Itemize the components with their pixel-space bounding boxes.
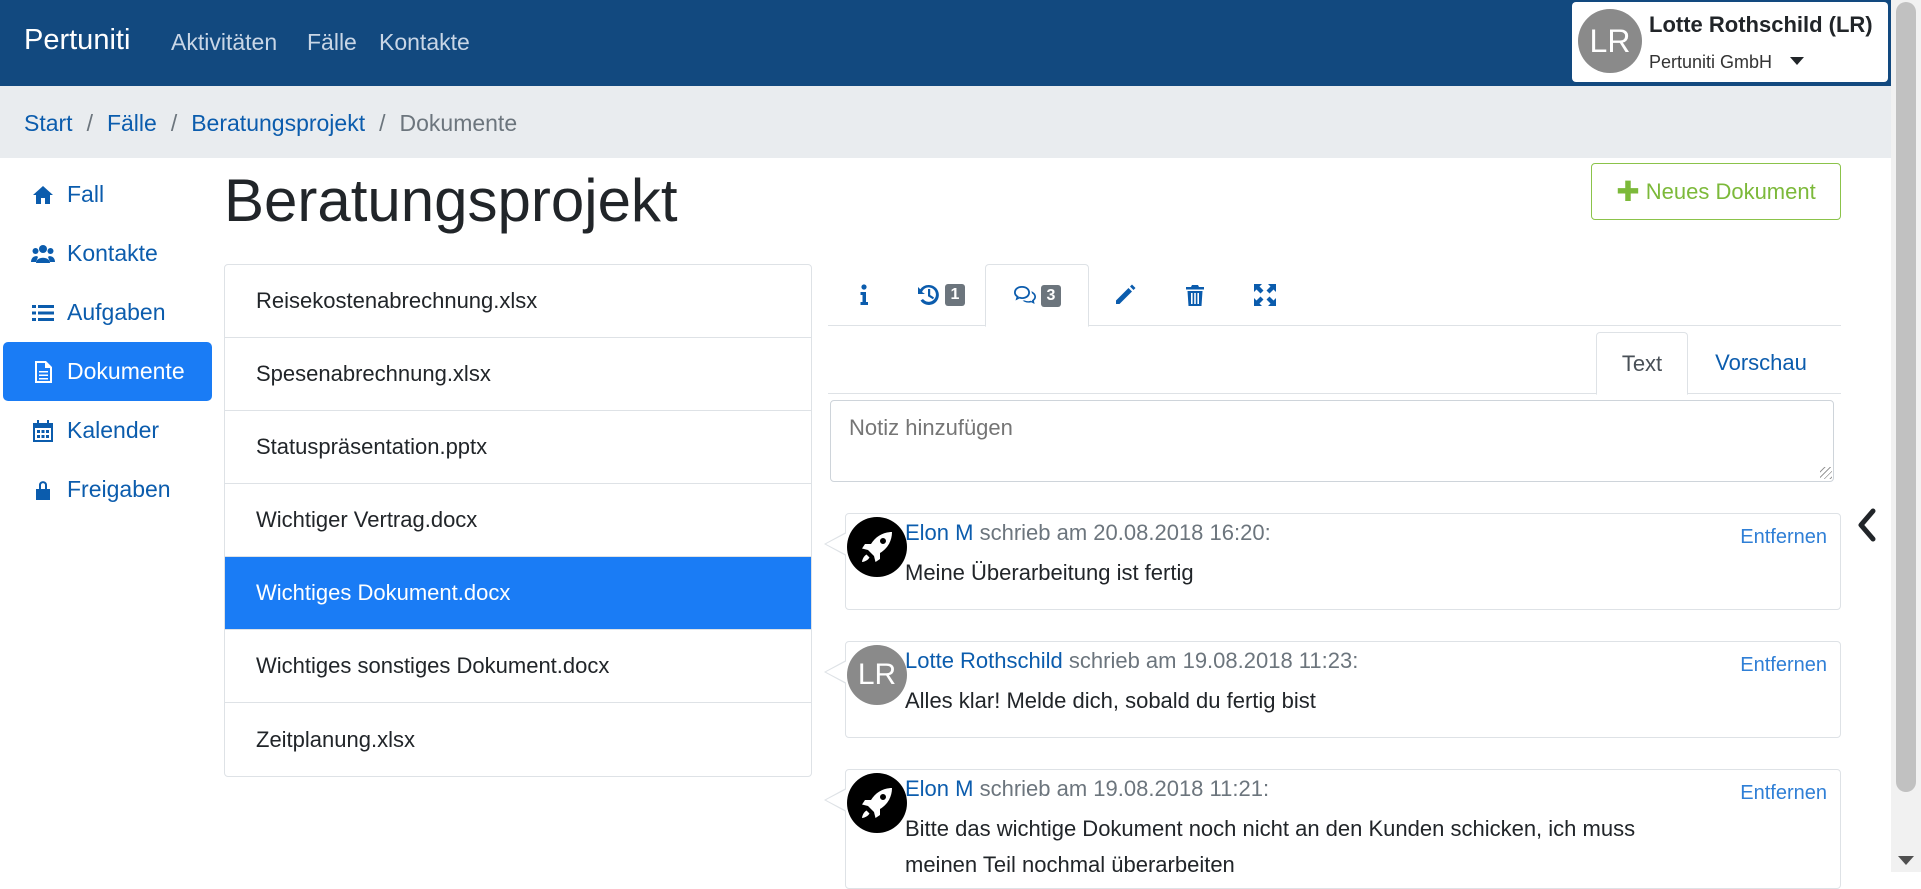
note-input[interactable]: [830, 400, 1834, 482]
list-item[interactable]: Statuspräsentation.pptx: [225, 411, 811, 484]
comment-body: Meine Überarbeitung ist fertig: [905, 560, 1194, 585]
lock-icon: [36, 480, 50, 500]
comment-meta: schrieb am 19.08.2018 11:21:: [973, 776, 1270, 801]
comments-icon: [1013, 285, 1036, 304]
detail-tabs: 1 3: [828, 264, 1841, 327]
pencil-icon: [1116, 284, 1136, 304]
chevron-left-icon[interactable]: [1853, 505, 1883, 545]
sidebar-item-label: Fall: [67, 181, 105, 207]
comment-arrow: [826, 789, 847, 811]
nav-link-aktivitaeten[interactable]: Aktivitäten: [171, 29, 277, 56]
comment: Elon M schrieb am 19.08.2018 11:21: Bitt…: [824, 769, 1841, 889]
home-icon: [33, 185, 53, 204]
plus-icon: ✚: [1616, 176, 1640, 207]
breadcrumb-separator: /: [379, 110, 386, 136]
comment-arrow: [826, 661, 847, 683]
tab-text[interactable]: Text: [1596, 332, 1688, 395]
users-icon: [31, 244, 55, 263]
document-icon: [35, 360, 52, 383]
breadcrumb-current: Dokumente: [399, 110, 518, 136]
avatar: LR: [1578, 9, 1642, 73]
list-item[interactable]: Wichtiger Vertrag.docx: [225, 484, 811, 557]
comment: Elon M schrieb am 20.08.2018 16:20: Mein…: [824, 513, 1841, 610]
note-format-tabs: Text Vorschau: [828, 332, 1841, 395]
comment-body: Bitte das wichtige Dokument noch nicht a…: [905, 816, 1636, 877]
trash-icon: [1186, 285, 1204, 306]
list-item[interactable]: Zeitplanung.xlsx: [225, 703, 811, 776]
breadcrumb-separator: /: [86, 110, 93, 136]
scroll-down-arrow-icon[interactable]: [1898, 856, 1914, 865]
sidebar-item-label: Kalender: [67, 417, 160, 443]
comment-body: Alles klar! Melde dich, sobald du fertig…: [905, 688, 1316, 713]
fullscreen-icon: [1254, 284, 1276, 306]
history-count-badge: 1: [944, 284, 966, 306]
tab-delete[interactable]: [1173, 264, 1217, 326]
sidebar-item-dokumente[interactable]: Dokumente: [3, 342, 212, 401]
comments-count-badge: 3: [1040, 284, 1062, 307]
comment-arrow: [826, 533, 847, 555]
user-name: Lotte Rothschild (LR): [1649, 12, 1873, 37]
tab-comments[interactable]: 3: [985, 264, 1089, 327]
comment: LR Lotte Rothschild schrieb am 19.08.201…: [824, 641, 1841, 738]
scrollbar-thumb[interactable]: [1896, 2, 1916, 792]
sidebar-item-kontakte[interactable]: Kontakte: [3, 224, 212, 283]
info-icon: [860, 284, 868, 305]
breadcrumb-beratungsprojekt[interactable]: Beratungsprojekt: [191, 110, 365, 158]
comment-author[interactable]: Elon M: [905, 776, 973, 801]
document-list: Reisekostenabrechnung.xlsx Spesenabrechn…: [224, 264, 812, 777]
nav-link-kontakte[interactable]: Kontakte: [379, 29, 470, 56]
tab-fullscreen[interactable]: [1243, 264, 1287, 326]
comment-meta: schrieb am 20.08.2018 16:20:: [973, 520, 1271, 545]
resize-handle[interactable]: [1820, 467, 1832, 479]
comment-author[interactable]: Elon M: [905, 520, 973, 545]
caret-down-icon[interactable]: [1790, 57, 1804, 65]
user-menu[interactable]: LR Lotte Rothschild (LR) Pertuniti GmbH: [1572, 2, 1888, 82]
history-icon: [917, 284, 939, 305]
comment-header: Elon M schrieb am 19.08.2018 11:21:: [905, 776, 1269, 802]
sidebar-item-label: Freigaben: [67, 476, 171, 502]
list-item[interactable]: Wichtiges sonstiges Dokument.docx: [225, 630, 811, 703]
comment-header: Lotte Rothschild schrieb am 19.08.2018 1…: [905, 648, 1358, 674]
calendar-icon: [33, 419, 53, 442]
user-organization: Pertuniti GmbH: [1649, 52, 1773, 72]
new-document-label: Neues Dokument: [1645, 178, 1816, 204]
breadcrumb-faelle[interactable]: Fälle: [107, 110, 157, 158]
tab-edit[interactable]: [1103, 264, 1147, 326]
breadcrumb: Start / Fälle / Beratungsprojekt / Dokum…: [0, 86, 1891, 158]
list-item-selected[interactable]: Wichtiges Dokument.docx: [225, 557, 811, 630]
tab-history[interactable]: 1: [900, 264, 982, 326]
tab-info[interactable]: [842, 264, 886, 326]
rocket-icon: [862, 532, 892, 562]
sidebar-item-fall[interactable]: Fall: [3, 165, 212, 224]
remove-comment-link[interactable]: Entfernen: [1740, 782, 1827, 805]
list-item[interactable]: Reisekostenabrechnung.xlsx: [225, 265, 811, 338]
list-item[interactable]: Spesenabrechnung.xlsx: [225, 338, 811, 411]
avatar: [847, 517, 907, 577]
avatar: LR: [847, 645, 907, 705]
sidebar-item-label: Aufgaben: [67, 299, 166, 325]
comment-header: Elon M schrieb am 20.08.2018 16:20:: [905, 520, 1271, 546]
comment-author[interactable]: Lotte Rothschild: [905, 648, 1063, 673]
brand-logo[interactable]: Pertuniti: [24, 24, 130, 57]
breadcrumb-separator: /: [170, 110, 178, 136]
sidebar-item-aufgaben[interactable]: Aufgaben: [3, 283, 212, 342]
tab-preview[interactable]: Vorschau: [1694, 332, 1828, 394]
top-navbar: Pertuniti Aktivitäten Fälle Kontakte LR …: [0, 0, 1891, 86]
breadcrumb-start[interactable]: Start: [24, 110, 73, 158]
remove-comment-link[interactable]: Entfernen: [1740, 526, 1827, 549]
remove-comment-link[interactable]: Entfernen: [1740, 654, 1827, 677]
sidebar-item-kalender[interactable]: Kalender: [3, 401, 212, 460]
new-document-button[interactable]: ✚ Neues Dokument: [1591, 163, 1841, 220]
sidebar-item-label: Kontakte: [67, 240, 158, 266]
sidebar-item-label: Dokumente: [67, 358, 185, 384]
avatar: [847, 773, 907, 833]
list-icon: [32, 304, 54, 321]
rocket-icon: [862, 788, 892, 818]
nav-link-faelle[interactable]: Fälle: [307, 29, 357, 56]
sidebar-item-freigaben[interactable]: Freigaben: [3, 460, 212, 519]
page-title: Beratungsprojekt: [224, 167, 678, 234]
comment-meta: schrieb am 19.08.2018 11:23:: [1062, 648, 1359, 673]
